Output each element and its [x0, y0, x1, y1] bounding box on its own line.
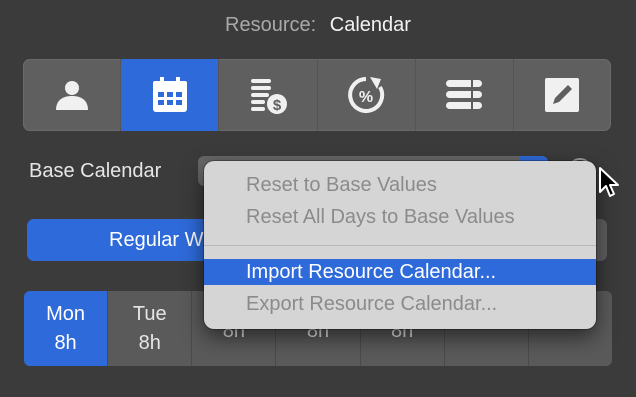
percent-cycle-icon: %	[348, 77, 385, 113]
mouse-cursor-icon	[599, 167, 619, 197]
menu-item-reset-base[interactable]: Reset to Base Values	[204, 172, 596, 198]
day-hours: 8h	[54, 331, 77, 354]
inspector-tab-bar: $ %	[23, 59, 611, 131]
tab-person[interactable]	[23, 59, 122, 131]
base-calendar-label: Base Calendar	[29, 160, 162, 182]
window-title: Resource: Calendar	[0, 14, 636, 37]
tab-percent[interactable]: %	[318, 59, 416, 131]
tab-list[interactable]	[416, 59, 514, 131]
title-label: Resource:	[225, 14, 317, 36]
tab-edit[interactable]	[514, 59, 611, 131]
title-value: Calendar	[329, 14, 411, 36]
day-cell[interactable]: Mon 8h	[24, 291, 109, 366]
day-name: Mon	[46, 302, 86, 325]
svg-text:%: %	[359, 89, 373, 106]
tab-cost[interactable]: $	[219, 59, 318, 131]
menu-item-import-calendar[interactable]: Import Resource Calendar...	[204, 259, 596, 285]
edit-icon	[545, 78, 580, 112]
calendar-icon	[152, 77, 187, 112]
menu-item-export-calendar[interactable]: Export Resource Calendar...	[204, 291, 596, 317]
day-name: Tue	[132, 302, 167, 325]
person-icon	[55, 81, 88, 110]
menu-item-reset-all-days[interactable]: Reset All Days to Base Values	[204, 204, 596, 230]
base-calendar-context-menu: Reset to Base Values Reset All Days to B…	[204, 161, 596, 329]
day-hours: 8h	[138, 331, 161, 354]
svg-text:$: $	[273, 97, 282, 114]
list-icon	[446, 80, 483, 109]
regular-work-label: Regular W	[109, 228, 204, 251]
tab-calendar[interactable]	[121, 59, 220, 131]
cost-icon: $	[250, 79, 287, 114]
menu-separator	[204, 245, 596, 246]
day-cell[interactable]: Tue 8h	[108, 291, 193, 366]
